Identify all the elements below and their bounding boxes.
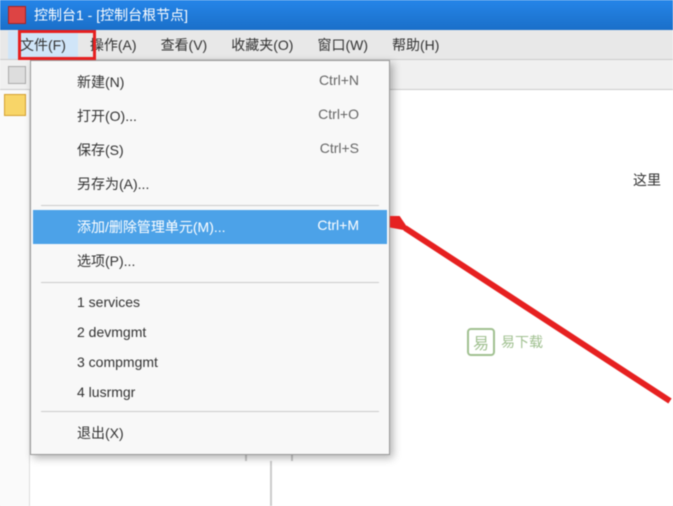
menu-action[interactable]: 操作(A) <box>78 31 149 59</box>
menu-shortcut: Ctrl+S <box>320 140 359 160</box>
menubar: 文件(F) 操作(A) 查看(V) 收藏夹(O) 窗口(W) 帮助(H) <box>0 30 673 60</box>
menu-label: 2 devmgmt <box>77 324 146 340</box>
menu-file[interactable]: 文件(F) <box>8 31 78 59</box>
titlebar: 控制台1 - [控制台根节点] <box>0 0 673 30</box>
app-icon <box>8 6 26 24</box>
menu-item-exit[interactable]: 退出(X) <box>33 416 387 450</box>
menu-label: 另存为(A)... <box>77 174 149 194</box>
menu-label: 3 compmgmt <box>77 354 158 370</box>
sidebar <box>0 90 30 506</box>
menu-separator <box>41 411 379 412</box>
menu-shortcut: Ctrl+O <box>318 106 359 126</box>
menu-label: 保存(S) <box>77 140 124 160</box>
menu-item-open[interactable]: 打开(O)... Ctrl+O <box>33 99 387 133</box>
menu-shortcut: Ctrl+N <box>319 72 359 92</box>
menu-item-add-remove-snapin[interactable]: 添加/删除管理单元(M)... Ctrl+M <box>33 210 387 244</box>
file-dropdown-menu: 新建(N) Ctrl+N 打开(O)... Ctrl+O 保存(S) Ctrl+… <box>30 60 390 455</box>
folder-icon[interactable] <box>4 94 26 116</box>
menu-label: 4 lusrmgr <box>77 384 135 400</box>
partial-text: 这里 <box>633 170 661 190</box>
menu-item-saveas[interactable]: 另存为(A)... <box>33 167 387 201</box>
menu-item-recent-2[interactable]: 2 devmgmt <box>33 317 387 347</box>
window-title: 控制台1 - [控制台根节点] <box>34 5 188 25</box>
menu-label: 退出(X) <box>77 423 124 443</box>
watermark-text: 易下载 <box>501 332 543 352</box>
menu-item-recent-4[interactable]: 4 lusrmgr <box>33 377 387 407</box>
menu-shortcut: Ctrl+M <box>317 217 359 237</box>
menu-label: 选项(P)... <box>77 251 135 271</box>
watermark: 易 易下载 <box>467 328 543 356</box>
menu-separator <box>41 205 379 206</box>
menu-label: 1 services <box>77 294 140 310</box>
decoration <box>270 461 272 506</box>
menu-item-save[interactable]: 保存(S) Ctrl+S <box>33 133 387 167</box>
menu-label: 新建(N) <box>77 72 124 92</box>
menu-item-recent-1[interactable]: 1 services <box>33 287 387 317</box>
toolbar-back-icon[interactable] <box>8 66 26 84</box>
menu-help[interactable]: 帮助(H) <box>380 31 451 59</box>
menu-window[interactable]: 窗口(W) <box>305 31 380 59</box>
menu-item-options[interactable]: 选项(P)... <box>33 244 387 278</box>
menu-label: 打开(O)... <box>77 106 137 126</box>
menu-item-new[interactable]: 新建(N) Ctrl+N <box>33 65 387 99</box>
menu-item-recent-3[interactable]: 3 compmgmt <box>33 347 387 377</box>
watermark-icon: 易 <box>467 328 495 356</box>
menu-label: 添加/删除管理单元(M)... <box>77 217 226 237</box>
menu-view[interactable]: 查看(V) <box>149 31 220 59</box>
menu-favorites[interactable]: 收藏夹(O) <box>219 31 305 59</box>
menu-separator <box>41 282 379 283</box>
